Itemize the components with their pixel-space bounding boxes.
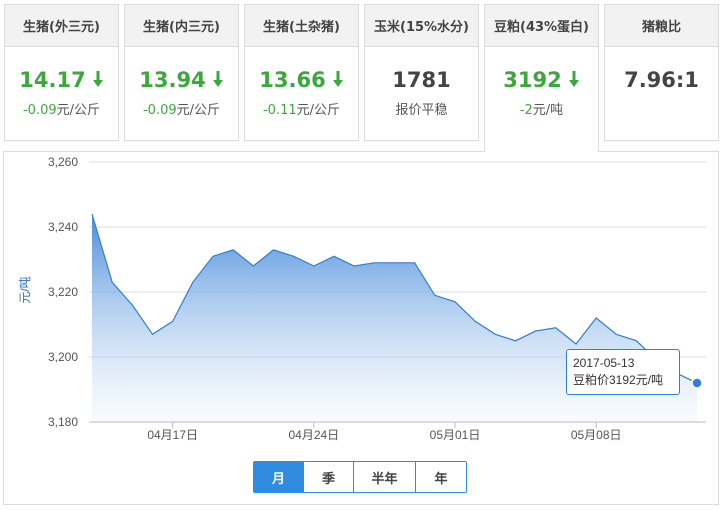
data-point[interactable] — [493, 332, 497, 336]
card-change-value: 报价平稳 — [395, 103, 448, 118]
data-point[interactable] — [413, 261, 417, 265]
card-price: 13.94 — [125, 67, 238, 93]
range-tabs: 月 季 半年 年 — [253, 461, 467, 493]
data-point[interactable] — [372, 261, 376, 265]
data-point[interactable] — [211, 254, 215, 258]
price-card-corn[interactable]: 玉米(15%水分) 1781 报价平稳 — [364, 4, 479, 141]
card-title: 生猪(土杂猪) — [245, 5, 358, 47]
data-point[interactable] — [90, 212, 94, 216]
price-card-pig-grain-ratio[interactable]: 猪粮比 7.96:1 — [604, 4, 719, 141]
y-axis-label: 元/吨 — [18, 276, 32, 303]
data-point[interactable] — [332, 254, 336, 258]
x-tick-label: 05月01日 — [430, 428, 481, 442]
data-point[interactable] — [151, 332, 155, 336]
data-point[interactable] — [635, 339, 639, 343]
x-tick-label: 04月24日 — [288, 428, 339, 442]
card-price: 14.17 — [5, 67, 118, 93]
data-point[interactable] — [231, 248, 235, 252]
data-point[interactable] — [594, 316, 598, 320]
y-tick-label: 3,200 — [48, 350, 78, 364]
data-point[interactable] — [574, 342, 578, 346]
card-price-value: 13.94 — [139, 68, 206, 92]
y-tick-label: 3,180 — [48, 415, 78, 429]
data-point[interactable] — [433, 293, 437, 297]
card-title: 豆粕(43%蛋白) — [485, 5, 598, 47]
arrow-down-icon — [568, 71, 579, 87]
data-point[interactable] — [312, 264, 316, 268]
card-change-value: -0.09 — [22, 103, 57, 118]
card-change-value: -2 — [519, 103, 533, 118]
tooltip-value: 豆粕价3192元/吨 — [573, 373, 664, 387]
card-title: 猪粮比 — [605, 5, 718, 47]
card-change: 报价平稳 — [365, 99, 478, 118]
card-price-value: 7.96:1 — [624, 68, 699, 92]
data-point[interactable] — [191, 280, 195, 284]
highlighted-data-point[interactable] — [691, 377, 703, 389]
card-price-value: 1781 — [392, 68, 451, 92]
y-tick-label: 3,240 — [48, 220, 78, 234]
data-point[interactable] — [272, 248, 276, 252]
data-point[interactable] — [171, 319, 175, 323]
data-point[interactable] — [514, 339, 518, 343]
card-price: 7.96:1 — [605, 67, 718, 93]
price-card-pig-native[interactable]: 生猪(土杂猪) 13.66 -0.11元/公斤 — [244, 4, 359, 141]
card-change-value: -0.09 — [142, 103, 177, 118]
card-price: 3192 — [485, 67, 598, 93]
y-tick-label: 3,260 — [48, 155, 78, 169]
card-price-value: 14.17 — [19, 68, 86, 92]
y-tick-label: 3,220 — [48, 285, 78, 299]
card-change-unit: 元/吨 — [532, 103, 564, 118]
card-change-value: -0.11 — [262, 103, 297, 118]
card-price-value: 13.66 — [259, 68, 326, 92]
tooltip-date: 2017-05-13 — [573, 356, 635, 370]
price-card-pig-outer-three[interactable]: 生猪(外三元) 14.17 -0.09元/公斤 — [4, 4, 119, 141]
data-point[interactable] — [130, 303, 134, 307]
card-change: -0.11元/公斤 — [245, 99, 358, 118]
chart-panel: 3,180 3,200 3,220 3,240 3,260 04月17日 04月24日 05… — [3, 151, 719, 505]
card-price: 1781 — [365, 67, 478, 93]
data-point[interactable] — [534, 329, 538, 333]
card-change-unit: 元/公斤 — [296, 103, 341, 118]
tab-year[interactable]: 年 — [416, 462, 466, 492]
data-point[interactable] — [292, 254, 296, 258]
card-price-value: 3192 — [503, 68, 562, 92]
card-title: 生猪(内三元) — [125, 5, 238, 47]
tab-quarter[interactable]: 季 — [304, 462, 354, 492]
data-point[interactable] — [614, 332, 618, 336]
data-point[interactable] — [554, 326, 558, 330]
tab-month[interactable]: 月 — [254, 462, 304, 492]
price-card-soymeal[interactable]: 豆粕(43%蛋白) 3192 -2元/吨 — [484, 4, 599, 152]
price-card-pig-inner-three[interactable]: 生猪(内三元) 13.94 -0.09元/公斤 — [124, 4, 239, 141]
arrow-down-icon — [92, 71, 103, 87]
card-change: -0.09元/公斤 — [5, 99, 118, 118]
data-point[interactable] — [393, 261, 397, 265]
tab-half-year[interactable]: 半年 — [354, 462, 416, 492]
arrow-down-icon — [212, 71, 223, 87]
x-tick-label: 05月08日 — [571, 428, 622, 442]
card-change: -0.09元/公斤 — [125, 99, 238, 118]
x-tick-label: 04月17日 — [147, 428, 198, 442]
card-title: 玉米(15%水分) — [365, 5, 478, 47]
data-point[interactable] — [453, 300, 457, 304]
card-change-unit: 元/公斤 — [56, 103, 101, 118]
data-point[interactable] — [110, 280, 114, 284]
soymeal-price-chart: 3,180 3,200 3,220 3,240 3,260 04月17日 04月24日 05… — [18, 155, 706, 442]
card-title: 生猪(外三元) — [5, 5, 118, 47]
arrow-down-icon — [332, 71, 343, 87]
data-point[interactable] — [352, 264, 356, 268]
card-change-unit: 元/公斤 — [176, 103, 221, 118]
data-tooltip: 2017-05-13 豆粕价3192元/吨 — [566, 349, 680, 395]
data-point[interactable] — [473, 319, 477, 323]
data-point[interactable] — [251, 264, 255, 268]
card-price: 13.66 — [245, 67, 358, 93]
card-change: -2元/吨 — [485, 99, 598, 118]
